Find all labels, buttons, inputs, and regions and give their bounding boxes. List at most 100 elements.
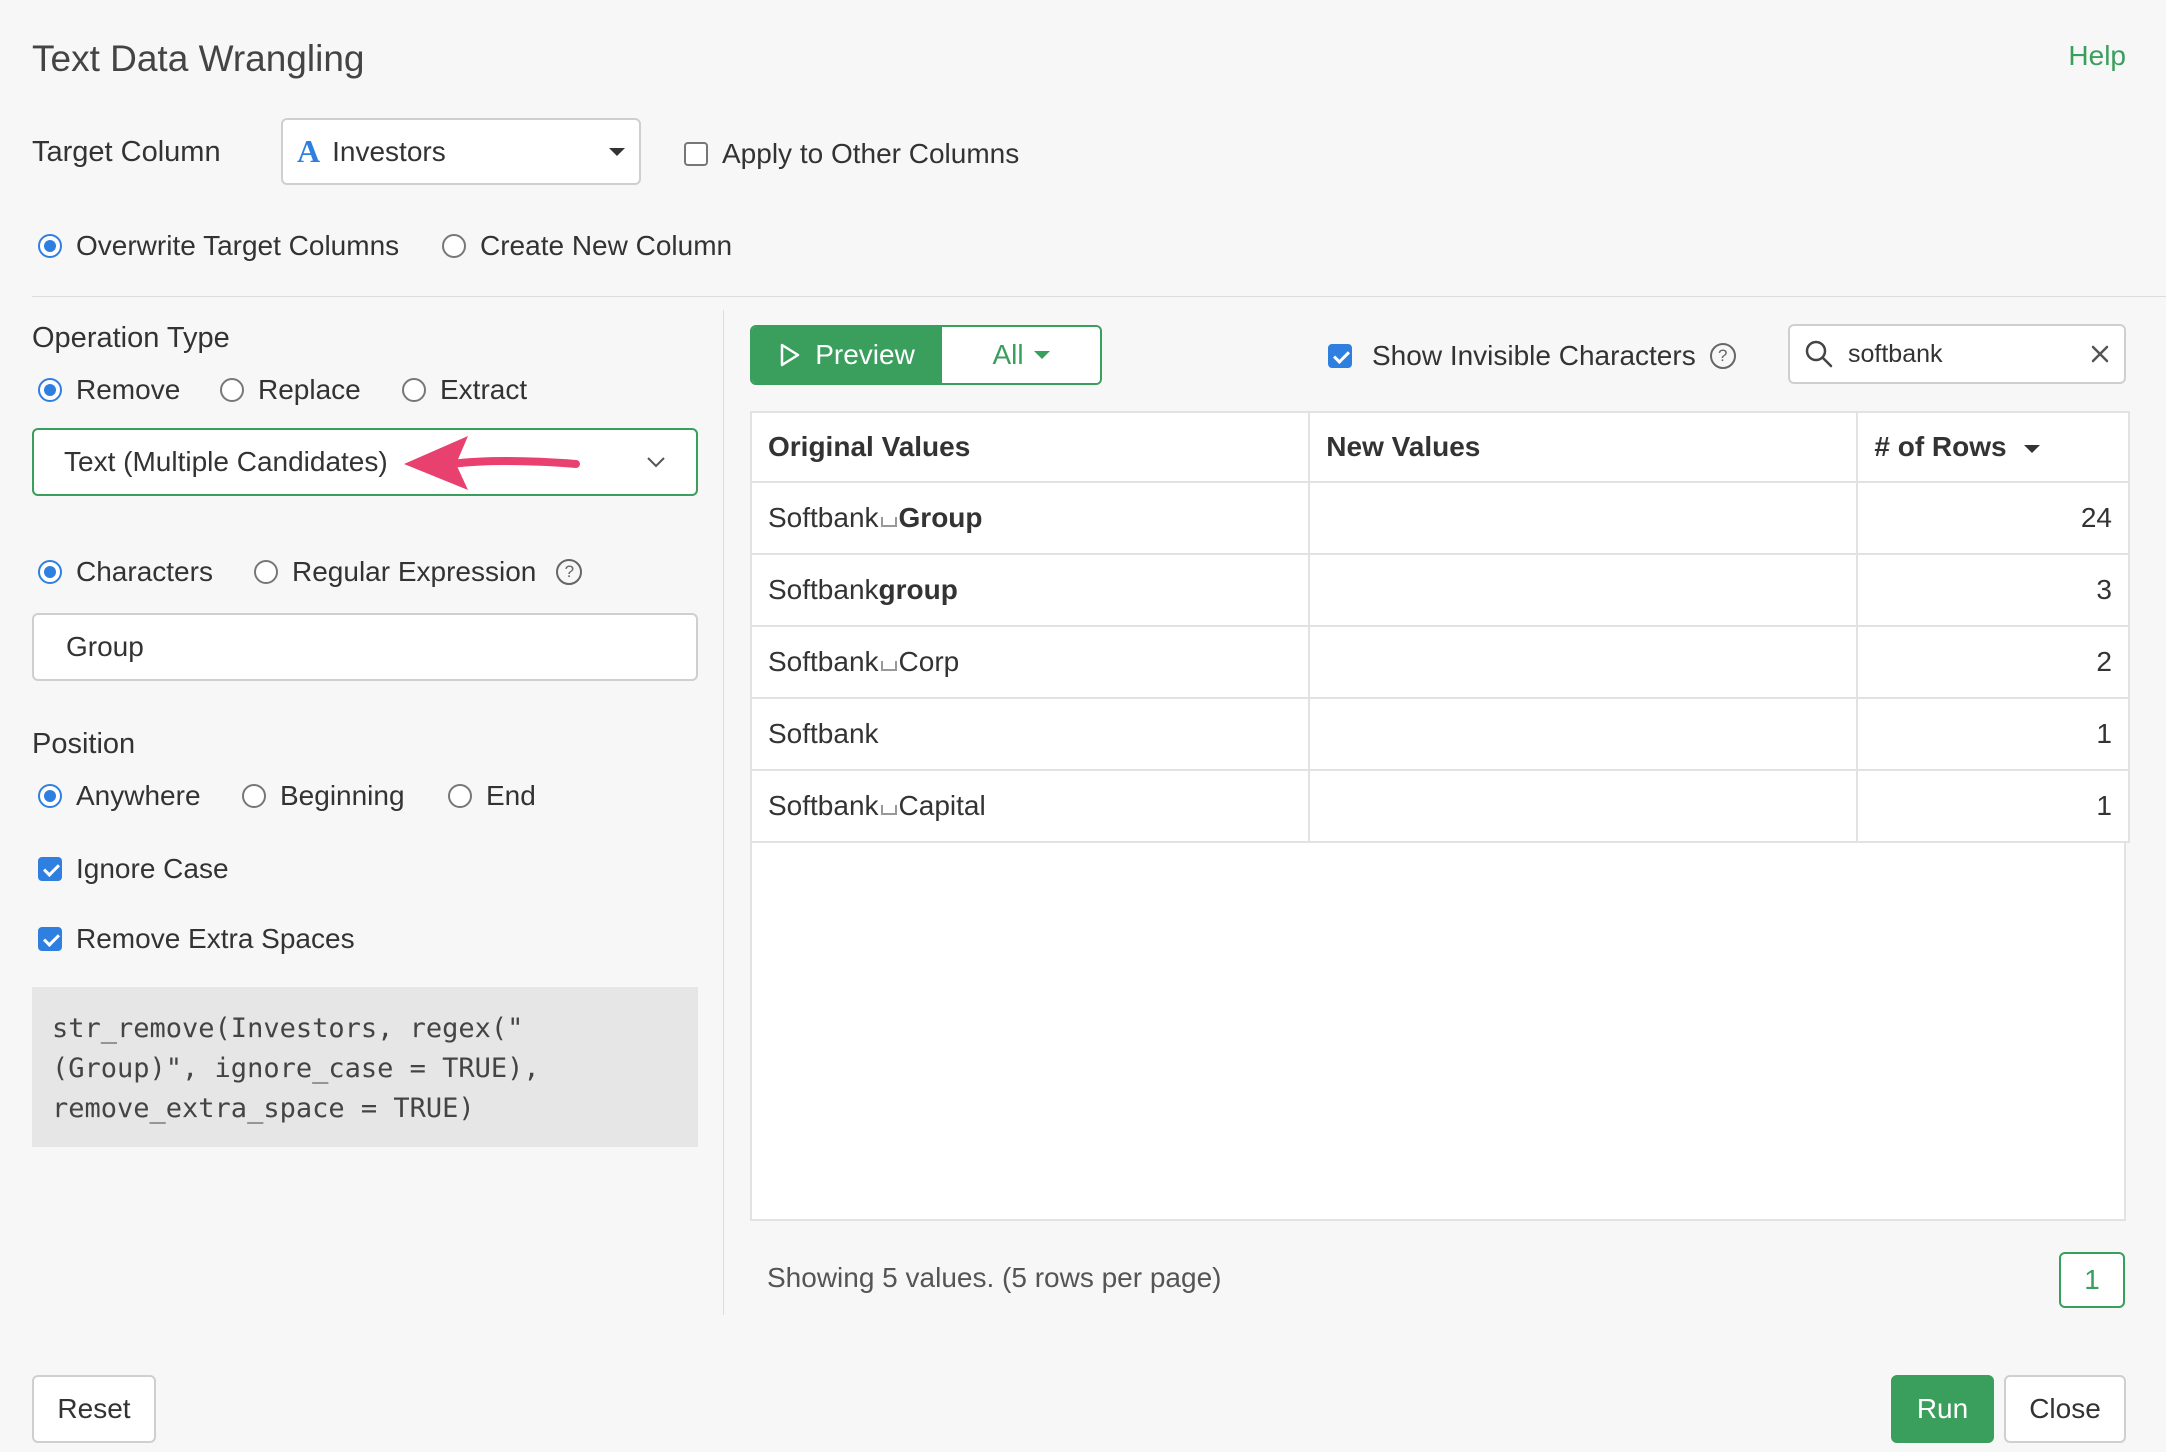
original-value-suffix: Group <box>898 502 983 533</box>
end-label: End <box>486 780 536 811</box>
clear-icon[interactable] <box>2090 344 2110 364</box>
original-value-text: Softbank <box>768 646 879 677</box>
dialog-title: Text Data Wrangling <box>32 38 365 79</box>
show-invisible-option[interactable]: Show Invisible Characters ? <box>1328 340 1736 372</box>
ignore-case-option[interactable]: Ignore Case <box>38 853 229 885</box>
run-button[interactable]: Run <box>1891 1375 1994 1443</box>
ignore-case-label: Ignore Case <box>76 853 229 884</box>
operation-extract-option[interactable]: Extract <box>402 374 527 406</box>
apply-other-columns[interactable]: Apply to Other Columns <box>684 138 1019 170</box>
regex-label: Regular Expression <box>292 556 537 587</box>
row-count-cell: 1 <box>1856 697 2130 771</box>
search-icon <box>1805 340 1833 368</box>
annotation-arrow <box>404 436 580 490</box>
characters-label: Characters <box>76 556 213 587</box>
overwrite-label: Overwrite Target Columns <box>76 230 400 261</box>
new-value-cell <box>1308 553 1859 627</box>
column-header-rows[interactable]: # of Rows <box>1856 411 2130 483</box>
original-value-text: Softbank <box>768 574 879 605</box>
target-column-select[interactable]: A Investors <box>281 118 641 185</box>
original-value-suffix: Capital <box>898 790 986 821</box>
preview-button[interactable]: Preview <box>752 327 942 383</box>
position-anywhere-option[interactable]: Anywhere <box>38 780 201 812</box>
search-input[interactable]: softbank <box>1788 324 2126 384</box>
create-new-column-option[interactable]: Create New Column <box>442 230 732 262</box>
table-row: Softbank Group 24 <box>749 481 2130 555</box>
original-value-cell: Softbank Capital <box>749 769 1311 843</box>
page-1-button[interactable]: 1 <box>2059 1252 2125 1308</box>
match-characters-option[interactable]: Characters <box>38 556 213 588</box>
row-count-cell: 24 <box>1856 481 2130 555</box>
remove-radio[interactable] <box>38 378 62 402</box>
original-value-cell: Softbank Group <box>749 481 1311 555</box>
operation-remove-option[interactable]: Remove <box>38 374 180 406</box>
create-new-radio[interactable] <box>442 234 466 258</box>
table-row: Softbank Corp 2 <box>749 625 2130 699</box>
help-link[interactable]: Help <box>2068 40 2126 72</box>
reset-button[interactable]: Reset <box>32 1375 156 1443</box>
column-header-original[interactable]: Original Values <box>749 411 1311 483</box>
panel-divider <box>723 310 724 1315</box>
remove-extra-spaces-option[interactable]: Remove Extra Spaces <box>38 923 355 955</box>
extract-label: Extract <box>440 374 528 405</box>
original-value-suffix: group <box>878 574 958 605</box>
table-row: Softbank Capital 1 <box>749 769 2130 843</box>
row-count-cell: 1 <box>1856 769 2130 843</box>
remove-spaces-label: Remove Extra Spaces <box>76 923 355 954</box>
regex-radio[interactable] <box>254 560 278 584</box>
new-value-cell <box>1308 697 1859 771</box>
search-value: softbank <box>1848 339 1943 368</box>
preview-label: Preview <box>815 339 915 370</box>
remove-mode-select[interactable]: Text (Multiple Candidates) <box>32 428 698 496</box>
ignore-case-checkbox[interactable] <box>38 857 62 881</box>
original-value-cell: Softbank Corp <box>749 625 1311 699</box>
anywhere-radio[interactable] <box>38 784 62 808</box>
show-invisible-label: Show Invisible Characters <box>1372 340 1696 371</box>
table-row: Softbankgroup 3 <box>749 553 2130 627</box>
characters-radio[interactable] <box>38 560 62 584</box>
match-regex-option[interactable]: Regular Expression ? <box>254 556 583 588</box>
chevron-down-icon <box>647 457 665 468</box>
extract-radio[interactable] <box>402 378 426 402</box>
close-button[interactable]: Close <box>2004 1375 2126 1443</box>
apply-other-checkbox[interactable] <box>684 142 708 166</box>
show-invisible-checkbox[interactable] <box>1328 344 1352 368</box>
generated-code: str_remove(Investors, regex(" (Group)", … <box>32 987 698 1147</box>
column-header-new[interactable]: New Values <box>1308 411 1859 483</box>
original-value-cell: Softbankgroup <box>749 553 1311 627</box>
anywhere-label: Anywhere <box>76 780 201 811</box>
section-divider <box>32 296 2166 297</box>
new-value-cell <box>1308 481 1859 555</box>
help-circle-icon[interactable]: ? <box>1709 343 1736 369</box>
position-end-option[interactable]: End <box>448 780 536 812</box>
operation-replace-option[interactable]: Replace <box>220 374 361 406</box>
play-icon <box>780 343 800 367</box>
invisible-space-icon <box>880 517 897 527</box>
rows-header-label: # of Rows <box>1874 431 2007 462</box>
invisible-space-icon <box>880 661 897 671</box>
end-radio[interactable] <box>448 784 472 808</box>
target-column-label: Target Column <box>32 136 221 168</box>
character-type-icon: A <box>297 133 321 169</box>
position-beginning-option[interactable]: Beginning <box>242 780 405 812</box>
summary-text: Showing 5 values. (5 rows per page) <box>767 1262 1222 1293</box>
original-value-text: Softbank <box>768 502 879 533</box>
remove-spaces-checkbox[interactable] <box>38 927 62 951</box>
original-value-cell: Softbank <box>749 697 1311 771</box>
remove-label: Remove <box>76 374 181 405</box>
table-row: Softbank 1 <box>749 697 2130 771</box>
apply-other-label: Apply to Other Columns <box>722 138 1020 169</box>
beginning-radio[interactable] <box>242 784 266 808</box>
chevron-down-icon <box>609 147 625 156</box>
overwrite-radio[interactable] <box>38 234 62 258</box>
replace-label: Replace <box>258 374 361 405</box>
match-text-value: Group <box>66 631 144 662</box>
filter-dropdown[interactable]: All <box>942 327 1100 383</box>
beginning-label: Beginning <box>280 780 405 811</box>
original-value-text: Softbank <box>768 718 879 749</box>
help-circle-icon[interactable]: ? <box>556 559 583 585</box>
original-value-text: Softbank <box>768 790 879 821</box>
match-text-input[interactable]: Group <box>32 613 698 681</box>
replace-radio[interactable] <box>220 378 244 402</box>
overwrite-target-option[interactable]: Overwrite Target Columns <box>38 230 399 262</box>
